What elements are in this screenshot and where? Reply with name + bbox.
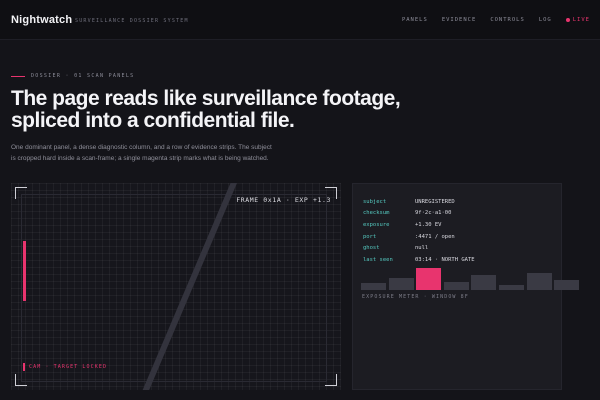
section-label: DOSSIER · 01 SCAN PANELS (11, 73, 134, 79)
frame-label: FRAME 0x1A · EXP +1.3 (236, 196, 331, 204)
diagnostic-key: ghost (363, 245, 380, 252)
diagnostic-value: 9f·2c·a1·00 (415, 210, 452, 217)
live-label: LIVE (572, 17, 590, 23)
nav-panels[interactable]: PANELS (402, 17, 428, 23)
diagnostic-row: checksum 9f·2c·a1·00 (363, 208, 553, 220)
frame-corner-bottom-left (15, 374, 27, 386)
lead-paragraph: One dominant panel, a dense diagnostic c… (11, 143, 281, 164)
target-locked-label: CAM · TARGET LOCKED (29, 364, 108, 370)
diagnostic-row: subject UNREGISTERED (363, 196, 553, 208)
nav-evidence[interactable]: EVIDENCE (442, 17, 477, 23)
meter-bar (361, 282, 386, 290)
section-rule (11, 75, 25, 77)
diagnostic-value: 03:14 · NORTH GATE (415, 256, 475, 263)
title-line-1: The page reads like surveillance footage… (11, 87, 401, 110)
meter-bar (388, 278, 414, 290)
brand-subtitle: SURVEILLANCE DOSSIER SYSTEM (75, 18, 189, 24)
diagnostic-key: subject (363, 198, 387, 205)
diagnostic-value: +1.30 EV (415, 221, 442, 228)
nav-live[interactable]: LIVE (565, 17, 590, 23)
meter-bar (471, 275, 497, 290)
nav-controls[interactable]: CONTROLS (490, 17, 525, 23)
top-bar: Nightwatch SURVEILLANCE DOSSIER SYSTEM P… (0, 0, 600, 40)
lead-line-2: is cropped hard inside a scan-frame; a s… (11, 154, 269, 162)
diagnostic-row: exposure +1.30 EV (363, 219, 553, 231)
diagnostic-value: :4471 / open (415, 233, 455, 240)
target-locked-status: CAM · TARGET LOCKED (23, 363, 107, 371)
scan-panel: FRAME 0x1A · EXP +1.3 CAM · TARGET LOCKE… (11, 183, 341, 390)
page-title: The page reads like surveillance footage… (11, 88, 451, 132)
nav-log[interactable]: LOG (539, 17, 552, 23)
frame-corner-top-left (15, 187, 27, 199)
status-bar-marker (23, 363, 25, 371)
meter-bar (554, 279, 580, 290)
meter-bar (443, 281, 469, 290)
meter-bar (416, 268, 442, 290)
diagnostic-row: port :4471 / open (363, 231, 553, 243)
diagnostic-key: last seen (363, 256, 393, 263)
lead-line-1: One dominant panel, a dense diagnostic c… (11, 144, 272, 151)
meter-bar (526, 272, 552, 290)
live-dot-icon (565, 18, 570, 22)
diagnostic-key: checksum (363, 210, 390, 217)
diagnostic-key: port (363, 233, 377, 240)
diagnostic-list: subject UNREGISTERED checksum 9f·2c·a1·0… (363, 196, 553, 266)
exposure-meter (361, 266, 581, 290)
brand-logo[interactable]: Nightwatch (11, 14, 72, 26)
diagnostic-row: ghost null (363, 242, 553, 254)
scan-inner-frame (21, 194, 327, 382)
diagnostic-value: UNREGISTERED (415, 198, 455, 205)
diagnostic-key: exposure (363, 221, 390, 228)
frame-corner-bottom-right (325, 374, 337, 386)
main-nav: PANELS EVIDENCE CONTROLS LOG LIVE (402, 17, 590, 23)
diagnostic-value: null (415, 245, 429, 252)
title-line-2: spliced into a confidential file. (11, 109, 295, 132)
diagnostic-row: last seen 03:14 · NORTH GATE (363, 254, 553, 266)
exposure-meter-caption: EXPOSURE METER · WINDOW 8F (362, 294, 469, 300)
section-label-text: DOSSIER · 01 SCAN PANELS (31, 73, 135, 79)
meter-bar (499, 284, 524, 290)
watch-marker-strip (23, 241, 26, 301)
